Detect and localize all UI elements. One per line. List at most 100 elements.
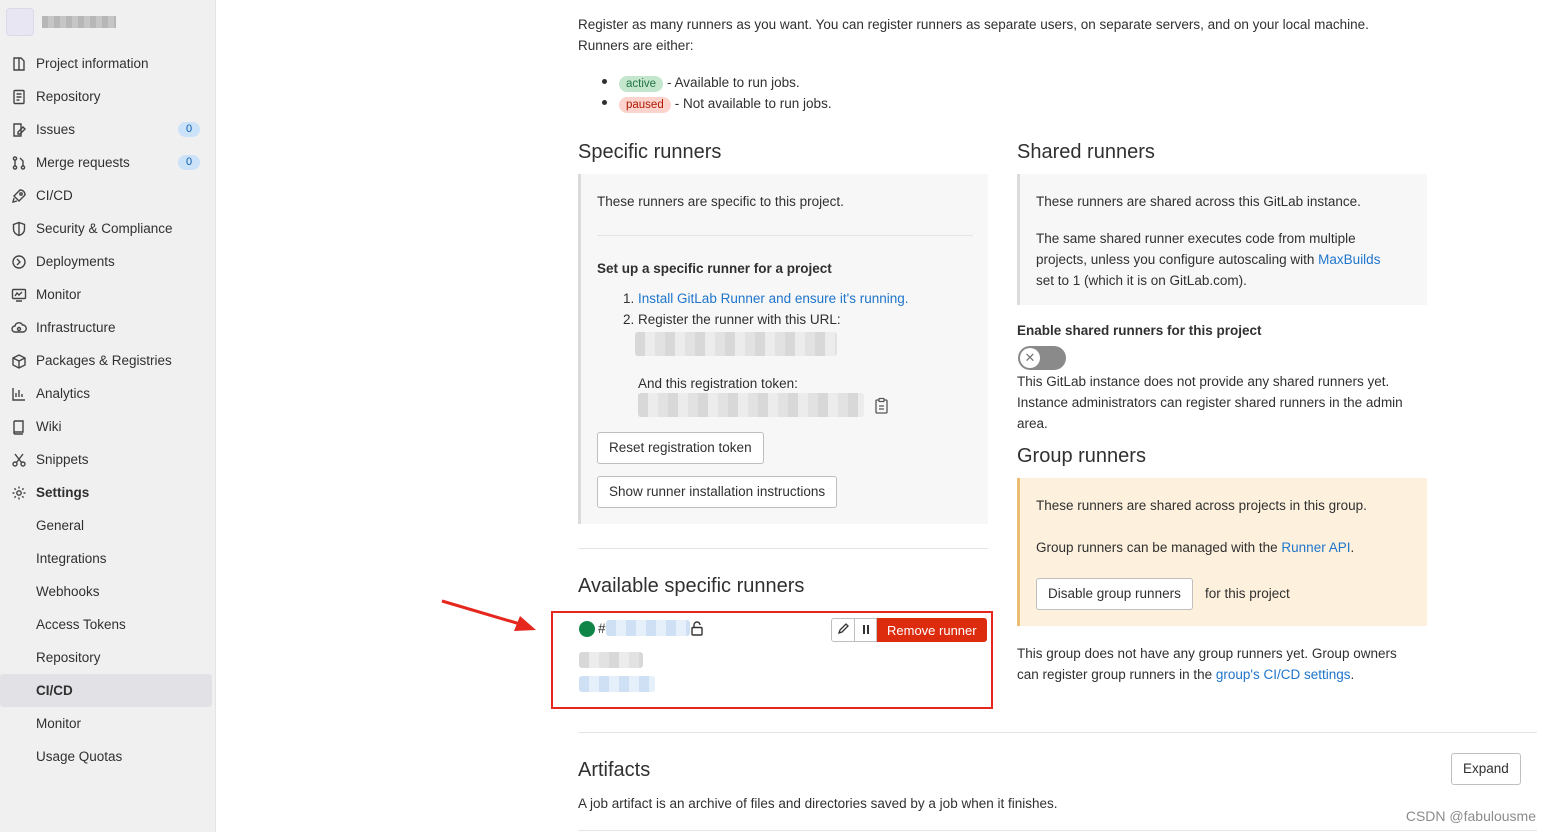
intro-text-line1: Register as many runners as you want. Yo…: [578, 17, 1369, 32]
shared-runners-title: Shared runners: [1017, 141, 1155, 163]
available-runners-title: Available specific runners: [578, 575, 805, 597]
sidebar-item-label: Deployments: [36, 254, 115, 269]
sidebar-subitem-label: Integrations: [36, 551, 107, 566]
sidebar-subitem-general[interactable]: General: [0, 509, 216, 542]
sidebar-subitem-label: General: [36, 518, 85, 533]
group-none2-end: .: [1350, 667, 1355, 682]
setup-runner-title: Set up a specific runner for a project: [597, 261, 832, 276]
shared-none-line2: Instance administrators can register sha…: [1017, 395, 1403, 410]
sidebar-item-wiki[interactable]: Wiki: [0, 410, 216, 443]
for-this-project-text: for this project: [1205, 586, 1290, 601]
package-icon: [10, 352, 28, 370]
edit-runner-button[interactable]: [831, 618, 855, 642]
sidebar-item-issues[interactable]: Issues 0: [0, 113, 216, 146]
project-avatar[interactable]: [6, 8, 34, 36]
runner-actions: Remove runner: [831, 618, 987, 642]
runner-id-redacted[interactable]: [606, 620, 690, 636]
paused-desc: - Not available to run jobs.: [674, 96, 832, 111]
sidebar-item-label: Monitor: [36, 287, 82, 302]
disable-group-runners-button[interactable]: Disable group runners: [1036, 578, 1193, 610]
remove-runner-button[interactable]: Remove runner: [877, 618, 987, 642]
project-name-redacted: [42, 16, 116, 28]
artifacts-expand-button[interactable]: Expand: [1451, 753, 1521, 785]
copy-clipboard-icon[interactable]: [874, 397, 890, 418]
sidebar-subitem-access-tokens[interactable]: Access Tokens: [0, 608, 216, 641]
divider: [597, 235, 973, 236]
group-desc2-end: .: [1350, 540, 1355, 555]
sidebar-item-project-information[interactable]: Project information: [0, 47, 216, 80]
toggle-off-icon: ✕: [1020, 348, 1040, 368]
sidebar-item-cicd[interactable]: CI/CD: [0, 179, 216, 212]
merge-requests-count-badge: 0: [178, 155, 200, 170]
specific-runners-title: Specific runners: [578, 141, 722, 163]
sidebar-item-packages-registries[interactable]: Packages & Registries: [0, 344, 216, 377]
issues-count-badge: 0: [178, 122, 200, 137]
sidebar-item-monitor[interactable]: Monitor: [0, 278, 216, 311]
sidebar-item-security-compliance[interactable]: Security & Compliance: [0, 212, 216, 245]
sidebar-subitem-cicd[interactable]: CI/CD: [0, 674, 212, 707]
setup-step-1: 1. Install GitLab Runner and ensure it's…: [623, 288, 909, 309]
group-runners-title: Group runners: [1017, 445, 1146, 467]
sidebar-subitem-label: Repository: [36, 650, 101, 665]
sidebar-item-label: Settings: [36, 485, 90, 500]
artifacts-title: Artifacts: [578, 759, 651, 781]
registration-token-label: And this registration token:: [638, 376, 798, 391]
project-header[interactable]: [6, 8, 116, 36]
sidebar-item-infrastructure[interactable]: Infrastructure: [0, 311, 216, 344]
sidebar-item-repository[interactable]: Repository: [0, 80, 216, 113]
runner-online-status-icon: [579, 621, 595, 637]
group-runners-desc2: Group runners can be managed with the Ru…: [1036, 537, 1354, 558]
sidebar-item-merge-requests[interactable]: Merge requests 0: [0, 146, 216, 179]
runner-api-link[interactable]: Runner API: [1281, 540, 1350, 555]
sidebar-subitem-repository[interactable]: Repository: [0, 641, 216, 674]
active-legend: active - Available to run jobs.: [619, 72, 800, 93]
sidebar-subitem-label: CI/CD: [36, 683, 73, 698]
divider: [578, 548, 988, 549]
sidebar-item-label: Security & Compliance: [36, 221, 173, 236]
enable-shared-runners-toggle[interactable]: ✕: [1018, 346, 1066, 370]
runner-tag-redacted: [579, 676, 655, 692]
shared-none-line1: This GitLab instance does not provide an…: [1017, 374, 1390, 389]
sidebar-item-label: Repository: [36, 89, 101, 104]
sidebar-item-deployments[interactable]: Deployments: [0, 245, 216, 278]
sidebar-item-label: Snippets: [36, 452, 89, 467]
install-runner-link[interactable]: Install GitLab Runner and ensure it's ru…: [638, 291, 909, 306]
shared-runners-desc2c: set to 1 (which it is on GitLab.com).: [1036, 273, 1247, 288]
chart-icon: [10, 385, 28, 403]
sidebar-item-analytics[interactable]: Analytics: [0, 377, 216, 410]
sidebar-item-label: Analytics: [36, 386, 91, 401]
group-desc2-text: Group runners can be managed with the: [1036, 540, 1278, 555]
group-none-line1: This group does not have any group runne…: [1017, 646, 1397, 661]
setup-step-2: 2. Register the runner with this URL:: [623, 309, 841, 330]
registration-token-redacted[interactable]: [638, 393, 864, 417]
sidebar-subitem-usage-quotas[interactable]: Usage Quotas: [0, 740, 216, 773]
sidebar-item-label: Packages & Registries: [36, 353, 172, 368]
sidebar-subitem-integrations[interactable]: Integrations: [0, 542, 216, 575]
sidebar-item-label: Project information: [36, 56, 149, 71]
doc-icon: [10, 88, 28, 106]
merge-icon: [10, 154, 28, 172]
group-none2-text: can register group runners in the: [1017, 667, 1213, 682]
sidebar-subitem-label: Webhooks: [36, 584, 100, 599]
reset-registration-token-button[interactable]: Reset registration token: [597, 432, 764, 464]
sidebar-item-settings[interactable]: Settings: [0, 476, 216, 509]
sidebar-item-snippets[interactable]: Snippets: [0, 443, 216, 476]
maxbuilds-link[interactable]: MaxBuilds: [1318, 252, 1380, 267]
active-pill: active: [619, 76, 664, 92]
group-runners-desc1: These runners are shared across projects…: [1036, 498, 1367, 513]
pause-runner-button[interactable]: [855, 618, 877, 642]
annotation-arrow: [441, 599, 536, 631]
info-icon: [10, 55, 28, 73]
sidebar-subitem-label: Access Tokens: [36, 617, 126, 632]
bullet: [602, 79, 607, 84]
active-desc: - Available to run jobs.: [667, 75, 800, 90]
book-icon: [10, 418, 28, 436]
shared-runners-desc: These runners are shared across this Git…: [1036, 194, 1361, 209]
sidebar-item-label: Issues: [36, 122, 76, 137]
sidebar-subitem-monitor[interactable]: Monitor: [0, 707, 216, 740]
group-cicd-settings-link[interactable]: group's CI/CD settings: [1216, 667, 1351, 682]
sidebar-subitem-webhooks[interactable]: Webhooks: [0, 575, 216, 608]
show-runner-instructions-button[interactable]: Show runner installation instructions: [597, 476, 838, 508]
runner-url-redacted[interactable]: [635, 332, 837, 356]
shared-runners-desc2a: The same shared runner executes code fro…: [1036, 231, 1356, 246]
